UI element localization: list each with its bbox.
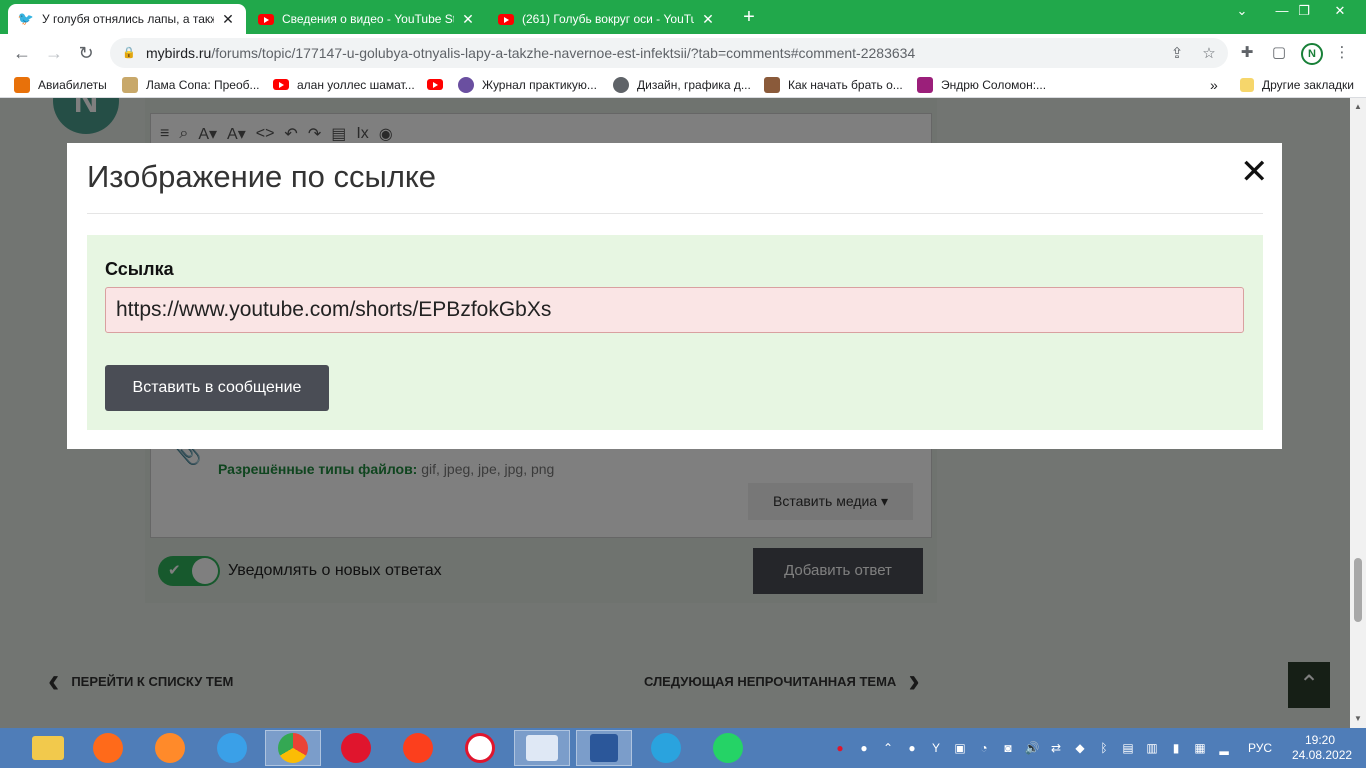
firefox-icon[interactable]	[142, 730, 198, 766]
viber-tray-icon[interactable]: ●	[904, 740, 920, 756]
signal-icon[interactable]: ▂	[1216, 740, 1232, 756]
tray-app-icon[interactable]: ◔	[976, 740, 992, 756]
modal-divider	[87, 213, 1263, 214]
globe-icon	[613, 77, 629, 93]
back-arrow-icon[interactable]: ←	[10, 41, 34, 65]
tab-strip: 🐦 У голубя отнялись лапы, а также ✕ Свед…	[0, 0, 1366, 34]
app-orange-icon[interactable]	[80, 730, 136, 766]
bookmark-favicon-icon	[917, 77, 933, 93]
network-warning-icon[interactable]: ▦	[1192, 740, 1208, 756]
bookmarks-overflow-icon[interactable]: »	[1210, 76, 1218, 94]
close-tab-icon[interactable]: ✕	[220, 11, 236, 28]
tab-search-icon[interactable]: ⌄	[1222, 0, 1262, 22]
url-path: /forums/topic/177147-u-golubya-otnyalis-…	[211, 45, 916, 61]
image-link-modal: Изображение по ссылке ✕ Ссылка Вставить …	[67, 143, 1282, 449]
page-scrollbar[interactable]: ▲ ▼	[1350, 98, 1366, 728]
bookmark-star-icon[interactable]: ☆	[1200, 45, 1218, 63]
youtube-icon	[273, 77, 289, 93]
windows-taskbar: ● ● ⌃ ● Y ▣ ◔ ◙ 🔊 ⇄ ◆ ᛒ ▤ ▥ ▮ ▦ ▂ РУС 19…	[0, 728, 1366, 768]
tray-app-icon[interactable]: ▣	[952, 740, 968, 756]
bookmark-item[interactable]: алан уоллес шамат...	[273, 76, 415, 94]
mybirds-favicon-icon: 🐦	[17, 11, 35, 26]
scroll-up-icon[interactable]: ▲	[1353, 102, 1363, 112]
scroll-thumb[interactable]	[1354, 558, 1362, 622]
scroll-down-icon[interactable]: ▼	[1353, 714, 1363, 724]
tab-title: (261) Голубь вокруг оси - YouTube	[522, 12, 694, 26]
bookmark-item[interactable]: Журнал практикую...	[458, 76, 597, 94]
browser-toolbar: ← → ↻ 🔒 mybirds.ru/forums/topic/177147-u…	[0, 34, 1366, 72]
word-icon[interactable]	[576, 730, 632, 766]
forward-arrow-icon[interactable]: →	[42, 41, 66, 65]
yandex-icon[interactable]	[452, 730, 508, 766]
lock-icon: 🔒	[122, 47, 136, 59]
new-tab-button[interactable]: +	[738, 6, 760, 28]
bookmarks-bar: Авиабилеты Лама Сопа: Преоб... алан уолл…	[0, 72, 1366, 98]
url-domain: mybirds.ru	[146, 45, 212, 61]
tab-title: Сведения о видео - YouTube Studio	[282, 12, 454, 26]
teamviewer-tray-icon[interactable]: ⇄	[1048, 740, 1064, 756]
yandex-tray-icon[interactable]: Y	[928, 740, 944, 756]
snipping-tool-icon[interactable]	[514, 730, 570, 766]
tab-youtube-video[interactable]: (261) Голубь вокруг оси - YouTube ✕	[488, 4, 726, 34]
share-icon[interactable]: ⇪	[1168, 45, 1186, 63]
bookmark-item[interactable]: Дизайн, графика д...	[613, 76, 751, 94]
tab-mybirds[interactable]: 🐦 У голубя отнялись лапы, а также ✕	[8, 4, 246, 34]
close-window-button[interactable]: ✕	[1320, 0, 1360, 22]
internet-explorer-icon[interactable]	[204, 730, 260, 766]
address-bar[interactable]: 🔒 mybirds.ru/forums/topic/177147-u-golub…	[110, 38, 1228, 68]
bookmark-favicon-icon	[458, 77, 474, 93]
bluetooth-icon[interactable]: ᛒ	[1096, 740, 1112, 756]
input-language[interactable]: РУС	[1248, 741, 1272, 755]
yandex-browser-icon[interactable]	[390, 730, 446, 766]
opera-icon[interactable]	[328, 730, 384, 766]
battery-icon[interactable]: ▮	[1168, 740, 1184, 756]
insert-into-message-button[interactable]: Вставить в сообщение	[105, 365, 329, 411]
tab-youtube-studio[interactable]: Сведения о видео - YouTube Studio ✕	[248, 4, 486, 34]
telegram-icon[interactable]	[638, 730, 694, 766]
show-hidden-icons[interactable]: ⌃	[880, 740, 896, 756]
link-url-input[interactable]	[105, 287, 1244, 333]
link-field-label: Ссылка	[105, 259, 174, 279]
tray-app-icon[interactable]: ▥	[1144, 740, 1160, 756]
bookmark-favicon-icon	[14, 77, 30, 93]
bookmark-item[interactable]	[427, 76, 451, 94]
system-clock[interactable]: 19:20 24.08.2022	[1292, 733, 1352, 763]
bookmark-favicon-icon	[764, 77, 780, 93]
chrome-icon[interactable]	[265, 730, 321, 766]
side-panel-icon[interactable]: ▢	[1269, 43, 1289, 63]
close-icon[interactable]: ✕	[1240, 155, 1269, 189]
bookmark-item[interactable]: Авиабилеты	[14, 76, 107, 94]
tray-app-icon[interactable]: ◆	[1072, 740, 1088, 756]
extensions-icon[interactable]: ✚	[1237, 43, 1257, 63]
modal-title: Изображение по ссылке	[87, 159, 437, 194]
menu-kebab-icon[interactable]: ⋮	[1332, 43, 1352, 63]
bookmark-favicon-icon	[122, 77, 138, 93]
close-tab-icon[interactable]: ✕	[700, 11, 716, 28]
file-explorer-icon[interactable]	[20, 730, 76, 766]
profile-avatar[interactable]: N	[1301, 43, 1323, 65]
tray-app-icon[interactable]: ◙	[1000, 740, 1016, 756]
bookmark-item[interactable]: Лама Сопа: Преоб...	[122, 76, 260, 94]
volume-icon[interactable]: 🔊	[1024, 740, 1040, 756]
close-tab-icon[interactable]: ✕	[460, 11, 476, 28]
bookmark-item[interactable]: Эндрю Соломон:...	[917, 76, 1046, 94]
tray-app-icon[interactable]: ▤	[1120, 740, 1136, 756]
modal-body: Ссылка Вставить в сообщение	[87, 235, 1263, 430]
youtube-icon	[258, 11, 274, 27]
whatsapp-icon[interactable]	[700, 730, 756, 766]
reload-icon[interactable]: ↻	[74, 41, 98, 65]
folder-icon	[1240, 78, 1254, 92]
chrome-tray-icon[interactable]: ●	[856, 740, 872, 756]
opera-tray-icon[interactable]: ●	[832, 740, 848, 756]
youtube-icon	[498, 11, 514, 27]
youtube-icon	[427, 77, 443, 93]
other-bookmarks[interactable]: Другие закладки	[1240, 76, 1354, 94]
tab-title: У голубя отнялись лапы, а также	[42, 12, 214, 26]
bookmark-item[interactable]: Как начать брать о...	[764, 76, 903, 94]
restore-button[interactable]: ❐	[1284, 0, 1324, 22]
